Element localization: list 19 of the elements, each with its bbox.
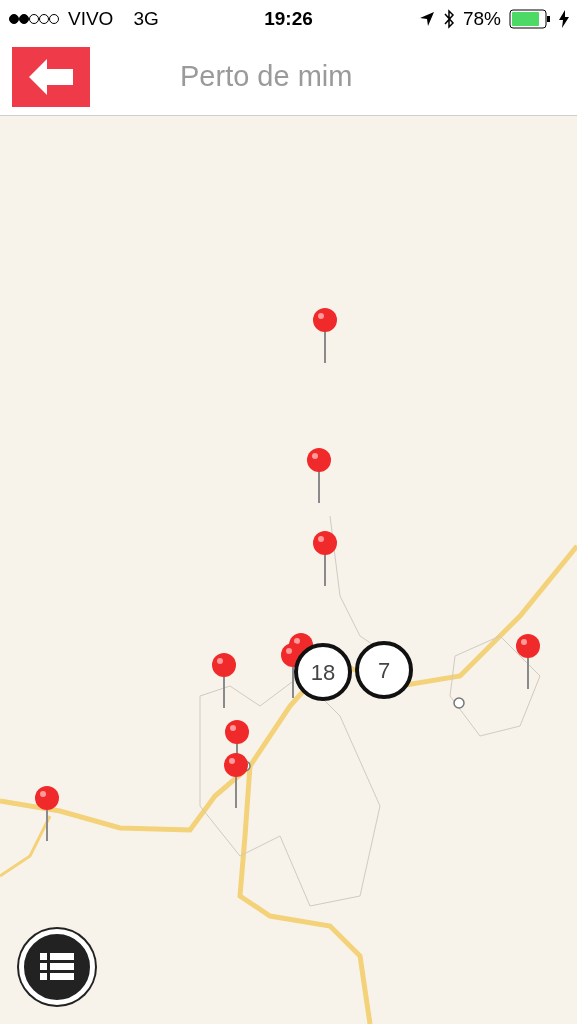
list-icon [40, 953, 74, 981]
back-arrow-icon [29, 58, 73, 95]
status-time: 19:26 [263, 6, 314, 31]
network-type: 3G [133, 6, 159, 31]
page-title: Perto de mim [180, 58, 353, 94]
map-pin-icon[interactable] [312, 530, 338, 586]
map-pin-icon[interactable] [312, 307, 338, 363]
carrier-name: VIVO [68, 6, 114, 31]
battery-percent: 78% [462, 6, 501, 31]
bluetooth-icon [442, 9, 455, 29]
map-pin-icon[interactable] [515, 633, 541, 689]
map-pin-icon[interactable] [211, 652, 237, 708]
charging-icon [559, 10, 569, 28]
signal-icon [8, 13, 60, 25]
location-arrow-icon [418, 11, 435, 27]
map-pin-icon[interactable] [306, 447, 332, 503]
map-pin-icon[interactable] [34, 785, 60, 841]
battery-icon [509, 9, 551, 29]
back-button[interactable] [12, 46, 90, 107]
